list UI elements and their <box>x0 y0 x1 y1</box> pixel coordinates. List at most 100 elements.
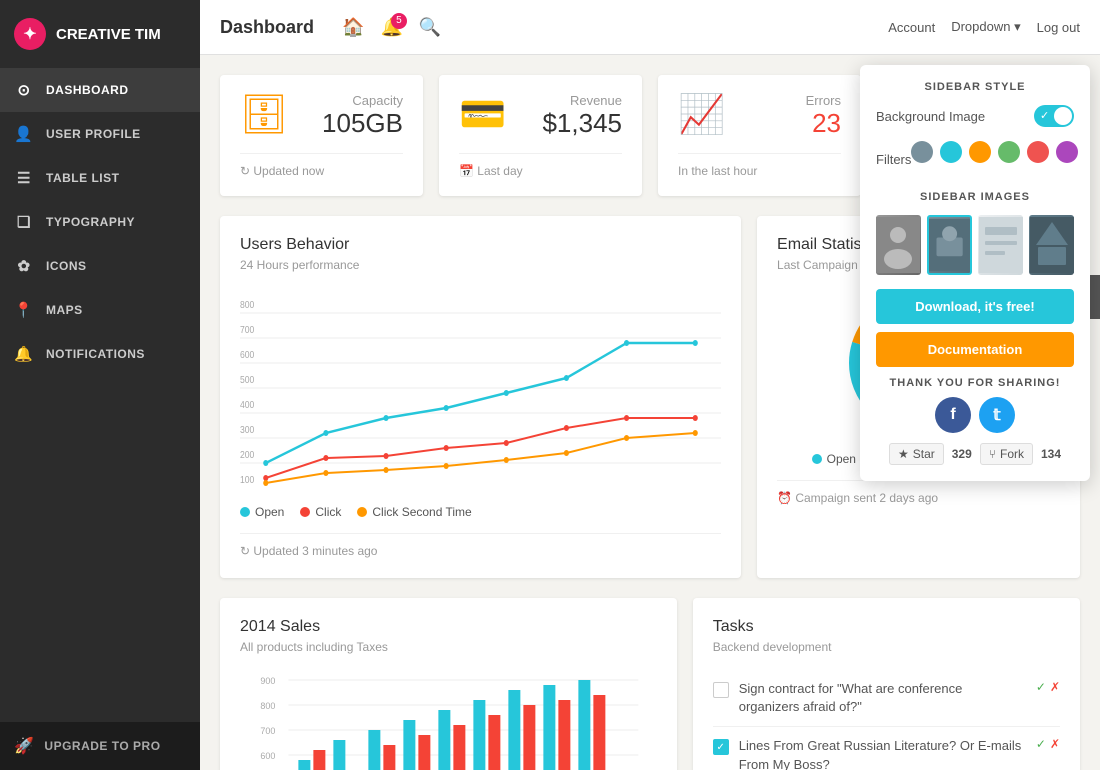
github-star-icon: ★ <box>898 447 909 461</box>
tasks-subtitle: Backend development <box>713 640 1060 654</box>
sidebar-item-table-list[interactable]: ☰ TABLE LIST <box>0 156 200 200</box>
sidebar-item-typography[interactable]: ❏ TYPOGRAPHY <box>0 200 200 244</box>
sidebar-item-icons[interactable]: ✿ ICONS <box>0 244 200 288</box>
panel-title: SIDEBAR STYLE <box>876 81 1074 93</box>
twitter-button[interactable]: 𝕥 <box>979 397 1015 433</box>
task-checkbox-2[interactable]: ✓ <box>713 739 729 755</box>
svg-text:800: 800 <box>240 299 254 310</box>
account-link[interactable]: Account <box>888 20 935 35</box>
fork-count: 134 <box>1041 447 1061 461</box>
line-chart-svg: 800 700 600 500 400 300 200 100 <box>240 288 721 488</box>
sidebar-img-2[interactable] <box>927 215 972 275</box>
svg-text:600: 600 <box>260 751 275 761</box>
task-checkbox-1[interactable] <box>713 682 729 698</box>
filter-dot-cyan[interactable] <box>940 141 962 163</box>
behavior-chart-card: Users Behavior 24 Hours performance 800 … <box>220 216 741 578</box>
sales-title: 2014 Sales <box>240 618 657 636</box>
revenue-icon: 💳 <box>459 93 506 137</box>
task-edit-1[interactable]: ✓ <box>1036 680 1046 694</box>
sidebar-item-label: USER PROFILE <box>46 127 141 141</box>
svg-text:700: 700 <box>260 726 275 736</box>
star-count: 329 <box>952 447 972 461</box>
table-icon: ☰ <box>14 169 34 187</box>
task-actions-1: ✓ ✗ <box>1036 680 1060 694</box>
svg-text:500: 500 <box>240 374 254 385</box>
sidebar-item-user-profile[interactable]: 👤 USER PROFILE <box>0 112 200 156</box>
tasks-title: Tasks <box>713 618 1060 636</box>
sidebar-item-dashboard[interactable]: ⊙ DASHBOARD <box>0 68 200 112</box>
svg-text:900: 900 <box>260 676 275 686</box>
facebook-button[interactable]: f <box>935 397 971 433</box>
errors-footer: In the last hour <box>678 153 841 178</box>
stat-card-capacity: 🗄 Capacity 105GB ↻ Updated now <box>220 75 423 196</box>
task-delete-2[interactable]: ✗ <box>1050 737 1060 751</box>
task-edit-2[interactable]: ✓ <box>1036 737 1046 751</box>
sidebar-img-1[interactable] <box>876 215 921 275</box>
filter-dot-green[interactable] <box>998 141 1020 163</box>
sidebar-item-label: MAPS <box>46 303 83 317</box>
filter-dot-red[interactable] <box>1027 141 1049 163</box>
upgrade-button[interactable]: 🚀 UPGRADE TO PRO <box>0 722 200 770</box>
capacity-footer: ↻ Updated now <box>240 153 403 178</box>
home-icon[interactable]: 🏠 <box>342 17 364 38</box>
filter-dot-orange[interactable] <box>969 141 991 163</box>
errors-value: 23 <box>806 108 841 139</box>
sidebar-item-label: TYPOGRAPHY <box>46 215 135 229</box>
sidebar-item-label: NOTIFICATIONS <box>46 347 145 361</box>
fork-label: Fork <box>1000 447 1024 461</box>
sidebar-item-notifications[interactable]: 🔔 NOTIFICATIONS <box>0 332 200 376</box>
sidebar-img-3[interactable] <box>978 215 1023 275</box>
svg-text:800: 800 <box>260 701 275 711</box>
main-area: Dashboard 🏠 🔔 5 🔍 Account Dropdown ▾ Log… <box>200 0 1100 770</box>
filter-dot-gray[interactable] <box>911 141 933 163</box>
errors-label: Errors <box>806 93 841 108</box>
thank-you-text: THANK YOU FOR SHARING! <box>876 377 1074 389</box>
page-content: 🗄 Capacity 105GB ↻ Updated now 💳 Revenue… <box>200 55 1100 770</box>
sidebar-img-4[interactable] <box>1029 215 1074 275</box>
filter-colors <box>911 141 1078 163</box>
task-text-2: Lines From Great Russian Literature? Or … <box>739 737 1026 770</box>
filters-label: Filters <box>876 152 911 167</box>
user-icon: 👤 <box>14 125 34 143</box>
task-item-2: ✓ Lines From Great Russian Literature? O… <box>713 727 1060 770</box>
legend-open: Open <box>240 505 284 519</box>
sales-subtitle: All products including Taxes <box>240 640 657 654</box>
bell-badge: 5 <box>391 13 407 29</box>
navbar-right: Account Dropdown ▾ Log out <box>888 19 1080 35</box>
fork-button[interactable]: ⑂ Fork <box>980 443 1033 465</box>
logo-text: CREATIVE TIM <box>56 26 161 43</box>
behavior-chart-subtitle: 24 Hours performance <box>240 258 721 272</box>
task-text-1: Sign contract for "What are conference o… <box>739 680 1026 716</box>
filters-row: Filters <box>876 141 1074 177</box>
download-button[interactable]: Download, it's free! <box>876 289 1074 324</box>
bell-icon[interactable]: 🔔 5 <box>380 17 402 38</box>
behavior-chart-title: Users Behavior <box>240 236 721 254</box>
upgrade-label: UPGRADE TO PRO <box>44 739 160 753</box>
github-row: ★ Star 329 ⑂ Fork 134 <box>876 443 1074 465</box>
svg-text:200: 200 <box>240 449 254 460</box>
bg-image-toggle[interactable]: ✓ <box>1034 105 1074 127</box>
sidebar-item-maps[interactable]: 📍 MAPS <box>0 288 200 332</box>
task-item-1: Sign contract for "What are conference o… <box>713 670 1060 727</box>
star-button[interactable]: ★ Star <box>889 443 944 465</box>
docs-button[interactable]: Documentation <box>876 332 1074 367</box>
sidebar-item-label: ICONS <box>46 259 87 273</box>
rocket-icon: 🚀 <box>14 736 34 756</box>
search-icon[interactable]: 🔍 <box>419 17 441 38</box>
stat-card-revenue: 💳 Revenue $1,345 📅 Last day <box>439 75 642 196</box>
page-title: Dashboard <box>220 17 314 38</box>
task-actions-2: ✓ ✗ <box>1036 737 1060 751</box>
bar-chart-svg: 900 800 700 600 500 400 <box>240 670 657 770</box>
filter-dot-purple[interactable] <box>1056 141 1078 163</box>
dropdown-link[interactable]: Dropdown ▾ <box>951 19 1020 35</box>
capacity-value: 105GB <box>322 108 403 139</box>
logout-link[interactable]: Log out <box>1037 20 1080 35</box>
sidebar-images <box>876 215 1074 275</box>
errors-icon: 📈 <box>678 93 725 137</box>
sidebar-item-label: TABLE LIST <box>46 171 119 185</box>
sidebar-style-panel: SIDEBAR STYLE Background Image ✓ Filters <box>860 65 1090 481</box>
task-delete-1[interactable]: ✗ <box>1050 680 1060 694</box>
social-row: f 𝕥 <box>876 397 1074 433</box>
capacity-icon: 🗄 <box>240 93 288 137</box>
dashboard-icon: ⊙ <box>14 81 34 99</box>
